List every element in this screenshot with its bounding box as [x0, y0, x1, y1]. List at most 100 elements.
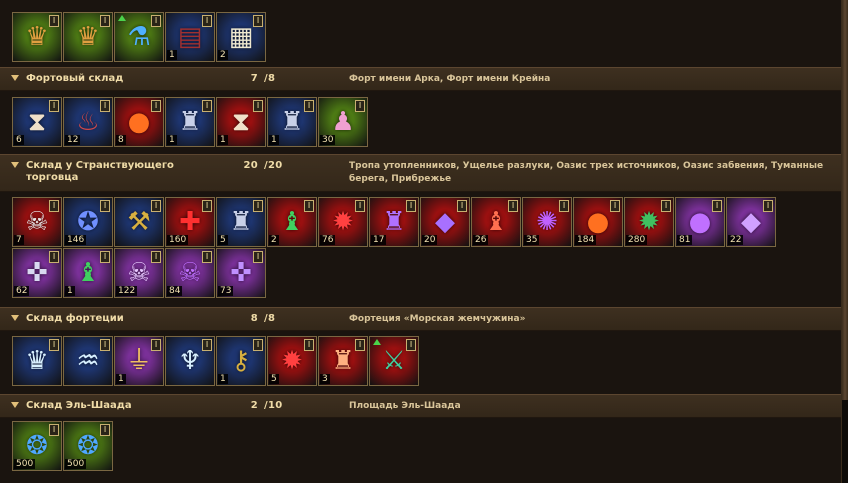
item-slot[interactable]: ♜ Ⅰ 17: [369, 197, 419, 247]
storage-header[interactable]: Склад фортеции 8/8 Фортеция «Морская жемчу…: [0, 307, 842, 331]
collapse-arrow-icon[interactable]: [11, 162, 19, 168]
storage-max: /20: [264, 160, 283, 171]
item-quantity: 7: [14, 235, 24, 245]
storage-location: Тропа утопленников, Ущелье разлуки, Оази…: [349, 161, 824, 184]
item-slot[interactable]: ♜ Ⅰ 1: [165, 97, 215, 147]
item-quantity: 280: [626, 235, 648, 245]
storage-header[interactable]: Фортовый склад 7/8 Форт имени Арка, Форт и…: [0, 67, 842, 91]
bind-lock-icon: Ⅰ: [100, 15, 110, 27]
item-slot[interactable]: ● Ⅰ 8: [114, 97, 164, 147]
collapse-arrow-icon[interactable]: [11, 75, 19, 81]
bind-lock-icon: Ⅰ: [49, 251, 59, 263]
item-slot[interactable]: ✹ Ⅰ 5: [267, 336, 317, 386]
item-slot[interactable]: ♛ Ⅰ: [12, 12, 62, 62]
item-quantity: 1: [269, 135, 279, 145]
collapse-arrow-icon[interactable]: [11, 315, 19, 321]
item-quantity: 5: [218, 235, 228, 245]
item-slot[interactable]: ▦ Ⅰ 2: [216, 12, 266, 62]
item-slot[interactable]: ⧗ Ⅰ 6: [12, 97, 62, 147]
item-slot[interactable]: ✜ Ⅰ 62: [12, 248, 62, 298]
item-slot[interactable]: ✜ Ⅰ 73: [216, 248, 266, 298]
storage-header[interactable]: Склад Эль-Шаада 2/10 Площадь Эль-Шаада: [0, 394, 842, 418]
item-slot[interactable]: ⧗ Ⅰ 1: [216, 97, 266, 147]
scrollbar-thumb[interactable]: [842, 0, 848, 400]
item-grid: ♛ Ⅰ ♛ Ⅰ ⚗ Ⅰ ▤ Ⅰ 1 ▦ Ⅰ 2: [12, 12, 802, 62]
item-grid: ⧗ Ⅰ 6 ♨ Ⅰ 12 ● Ⅰ 8 ♜ Ⅰ 1 ⧗ Ⅰ 1 ♜ Ⅰ 1 ♟ Ⅰ 30: [12, 97, 802, 147]
item-slot[interactable]: ♝ Ⅰ 1: [63, 248, 113, 298]
storage-header[interactable]: Склад у Странствующего торговца 20/20 Троп…: [0, 154, 842, 192]
item-quantity: 76: [320, 235, 336, 245]
item-slot[interactable]: ◆ Ⅰ 20: [420, 197, 470, 247]
item-quantity: 26: [473, 235, 489, 245]
item-slot[interactable]: ♒ Ⅰ: [63, 336, 113, 386]
item-slot[interactable]: ♜ Ⅰ 1: [267, 97, 317, 147]
item-slot[interactable]: ❂ Ⅰ 500: [12, 421, 62, 471]
item-slot[interactable]: ✹ Ⅰ 76: [318, 197, 368, 247]
item-slot[interactable]: ▤ Ⅰ 1: [165, 12, 215, 62]
item-quantity: 500: [65, 459, 87, 469]
storage-capacity: 20/20: [234, 160, 282, 171]
storage-capacity: 8/8: [234, 313, 275, 324]
bind-lock-icon: Ⅰ: [559, 200, 569, 212]
bind-lock-icon: Ⅰ: [661, 200, 671, 212]
scrollbar[interactable]: [841, 0, 848, 483]
item-slot[interactable]: ❂ Ⅰ 500: [63, 421, 113, 471]
item-slot[interactable]: ☠ Ⅰ 84: [165, 248, 215, 298]
item-slot[interactable]: ● Ⅰ 184: [573, 197, 623, 247]
item-slot[interactable]: ♜ Ⅰ 5: [216, 197, 266, 247]
bind-lock-icon: Ⅰ: [304, 200, 314, 212]
bind-lock-icon: Ⅰ: [712, 200, 722, 212]
collapse-arrow-icon[interactable]: [11, 402, 19, 408]
item-slot[interactable]: ⏚ Ⅰ 1: [114, 336, 164, 386]
item-slot[interactable]: ♜ Ⅰ 3: [318, 336, 368, 386]
storage-count: 20: [243, 160, 258, 171]
bind-lock-icon: Ⅰ: [151, 251, 161, 263]
bind-lock-icon: Ⅰ: [406, 339, 416, 351]
bind-lock-icon: Ⅰ: [49, 424, 59, 436]
item-slot[interactable]: ✹ Ⅰ 280: [624, 197, 674, 247]
bind-lock-icon: Ⅰ: [100, 424, 110, 436]
item-quantity: 30: [320, 135, 336, 145]
item-slot[interactable]: ♟ Ⅰ 30: [318, 97, 368, 147]
item-quantity: 500: [14, 459, 36, 469]
item-slot[interactable]: ♝ Ⅰ 26: [471, 197, 521, 247]
item-slot[interactable]: ⚒ Ⅰ: [114, 197, 164, 247]
item-slot[interactable]: ♝ Ⅰ 2: [267, 197, 317, 247]
bind-lock-icon: Ⅰ: [406, 200, 416, 212]
item-quantity: 1: [167, 50, 177, 60]
bind-lock-icon: Ⅰ: [763, 200, 773, 212]
bind-lock-icon: Ⅰ: [457, 200, 467, 212]
bind-lock-icon: Ⅰ: [100, 200, 110, 212]
item-slot[interactable]: ✪ Ⅰ 146: [63, 197, 113, 247]
storage-title: Склад фортеции: [26, 313, 124, 324]
item-slot[interactable]: ☠ Ⅰ 7: [12, 197, 62, 247]
item-slot[interactable]: ◆ Ⅰ 22: [726, 197, 776, 247]
item-slot[interactable]: ⚷ Ⅰ 1: [216, 336, 266, 386]
item-slot[interactable]: ✚ Ⅰ 160: [165, 197, 215, 247]
item-quantity: 17: [371, 235, 387, 245]
bind-lock-icon: Ⅰ: [253, 15, 263, 27]
bind-lock-icon: Ⅰ: [151, 339, 161, 351]
item-quantity: 146: [65, 235, 87, 245]
bind-lock-icon: Ⅰ: [202, 15, 212, 27]
bind-lock-icon: Ⅰ: [253, 339, 263, 351]
item-slot[interactable]: ☠ Ⅰ 122: [114, 248, 164, 298]
item-slot[interactable]: ♆ Ⅰ: [165, 336, 215, 386]
item-slot[interactable]: ♨ Ⅰ 12: [63, 97, 113, 147]
storage-max: /8: [264, 313, 276, 324]
item-slot[interactable]: ⚔ Ⅰ: [369, 336, 419, 386]
bind-lock-icon: Ⅰ: [100, 100, 110, 112]
storage-location: Площадь Эль-Шаада: [349, 401, 461, 411]
upgrade-arrow-icon: [373, 339, 381, 345]
bind-lock-icon: Ⅰ: [49, 200, 59, 212]
bind-lock-icon: Ⅰ: [202, 200, 212, 212]
storage-location: Фортеция «Морская жемчужина»: [349, 314, 526, 324]
upgrade-arrow-icon: [118, 15, 126, 21]
item-slot[interactable]: ⚗ Ⅰ: [114, 12, 164, 62]
item-slot[interactable]: ♛ Ⅰ: [12, 336, 62, 386]
item-slot[interactable]: ♛ Ⅰ: [63, 12, 113, 62]
item-slot[interactable]: ● Ⅰ 81: [675, 197, 725, 247]
item-quantity: 1: [218, 374, 228, 384]
item-slot[interactable]: ✺ Ⅰ 35: [522, 197, 572, 247]
item-quantity: 6: [14, 135, 24, 145]
